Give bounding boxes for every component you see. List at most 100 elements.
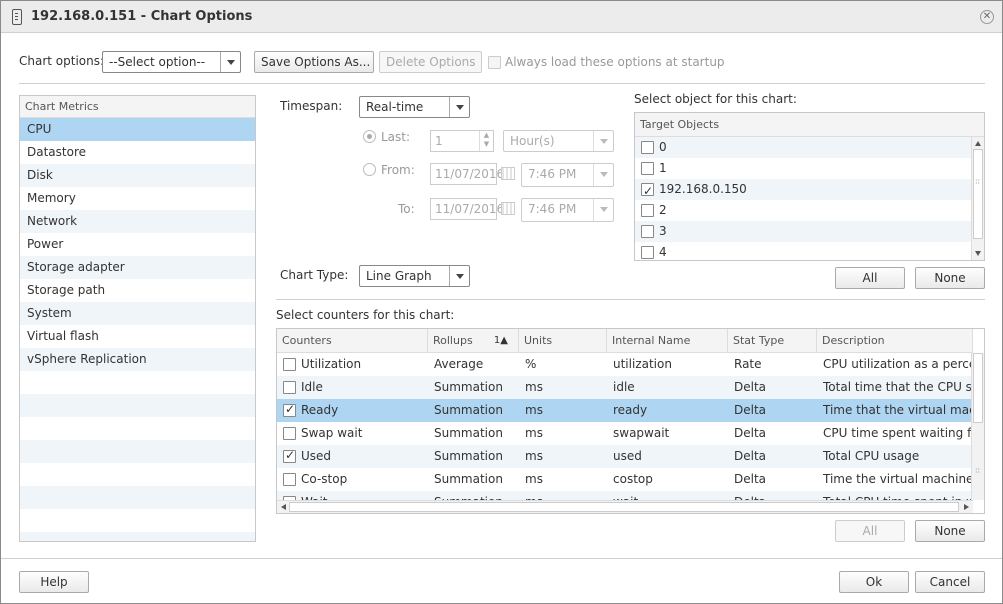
targets-scrollbar[interactable]: ·· ·· — [971, 137, 984, 260]
scroll-up-icon[interactable] — [975, 141, 981, 146]
counter-row[interactable]: Ready Summation ms ready Delta Time that… — [277, 399, 973, 422]
target-checkbox[interactable] — [641, 181, 654, 202]
target-row[interactable]: 0 — [635, 137, 984, 158]
counter-stat-type: Delta — [734, 426, 767, 440]
target-checkbox[interactable] — [641, 141, 654, 154]
help-button[interactable]: Help — [19, 571, 89, 593]
close-icon[interactable]: ✕ — [980, 10, 994, 24]
counters-vscrollbar[interactable]: ·· ·· — [971, 353, 984, 500]
chart-options-select[interactable]: --Select option-- — [102, 51, 241, 73]
delete-options-button[interactable]: Delete Options — [379, 51, 482, 73]
target-row[interactable]: 3 — [635, 221, 984, 242]
calendar-icon[interactable] — [501, 167, 515, 180]
save-options-button[interactable]: Save Options As... — [254, 51, 374, 73]
metric-item-disk[interactable]: Disk — [20, 164, 255, 187]
metric-empty-row — [20, 417, 255, 440]
last-unit-select[interactable]: Hour(s) — [503, 130, 614, 152]
target-checkbox[interactable] — [641, 246, 654, 259]
metric-empty-row — [20, 532, 255, 541]
counter-units: ms — [525, 380, 543, 394]
metric-item-network[interactable]: Network — [20, 210, 255, 233]
metric-item-datastore[interactable]: Datastore — [20, 141, 255, 164]
counter-units: ms — [525, 472, 543, 486]
chevron-down-icon — [593, 164, 613, 186]
metric-empty-row — [20, 440, 255, 463]
metric-item-storage-path[interactable]: Storage path — [20, 279, 255, 302]
column-header-rollups[interactable]: Rollups 1▲ — [428, 329, 519, 353]
scroll-right-icon[interactable] — [964, 504, 969, 510]
scroll-down-icon[interactable] — [975, 251, 981, 256]
from-time-select[interactable]: 7:46 PM — [521, 163, 614, 187]
always-load-label: Always load these options at startup — [505, 55, 725, 69]
column-header-counters[interactable]: Counters — [277, 329, 428, 353]
sort-ascending-icon: 1▲ — [493, 335, 508, 346]
counters-none-button[interactable]: None — [915, 520, 985, 542]
timespan-select-value: Real-time — [366, 100, 424, 114]
chart-type-select[interactable]: Line Graph — [359, 265, 470, 287]
select-counters-label: Select counters for this chart: — [276, 308, 455, 322]
from-date-input[interactable]: 11/07/2016 — [430, 163, 504, 185]
metric-item-vsphere-replication[interactable]: vSphere Replication — [20, 348, 255, 371]
metric-item-cpu[interactable]: CPU — [20, 118, 255, 141]
scroll-thumb[interactable] — [973, 149, 983, 239]
column-header-stat-type[interactable]: Stat Type — [728, 329, 817, 353]
metric-item-virtual-flash[interactable]: Virtual flash — [20, 325, 255, 348]
timespan-select[interactable]: Real-time — [359, 96, 470, 118]
counters-grid: Counters Rollups 1▲ Units Internal Name … — [276, 328, 985, 514]
metric-item-system[interactable]: System — [20, 302, 255, 325]
counter-units: ms — [525, 403, 543, 417]
scroll-thumb[interactable] — [973, 353, 983, 423]
metric-item-storage-adapter[interactable]: Storage adapter — [20, 256, 255, 279]
counters-hscrollbar[interactable] — [277, 500, 973, 513]
last-radio[interactable] — [363, 130, 376, 143]
counter-name: Utilization — [301, 357, 362, 371]
timespan-label: Timespan: — [280, 99, 343, 113]
cancel-button[interactable]: Cancel — [915, 571, 985, 593]
from-time-value: 7:46 PM — [528, 167, 577, 181]
target-row[interactable]: 1 — [635, 158, 984, 179]
counter-stat-type: Rate — [734, 357, 762, 371]
chart-metrics-list: Chart Metrics CPU Datastore Disk Memory … — [19, 95, 256, 542]
counter-row[interactable]: Swap wait Summation ms swapwait Delta CP… — [277, 422, 973, 445]
scroll-left-icon[interactable] — [281, 504, 286, 510]
counter-row[interactable]: Co-stop Summation ms costop Delta Time t… — [277, 468, 973, 491]
divider — [19, 83, 985, 84]
window-title: 192.168.0.151 - Chart Options — [31, 9, 253, 24]
objects-none-button[interactable]: None — [915, 267, 985, 289]
ok-button[interactable]: Ok — [839, 571, 909, 593]
spinner-arrows-icon[interactable]: ▲ ▼ — [479, 131, 493, 151]
always-load-checkbox[interactable] — [488, 56, 501, 69]
metric-item-memory[interactable]: Memory — [20, 187, 255, 210]
objects-all-button[interactable]: All — [835, 267, 905, 289]
column-header-internal-name[interactable]: Internal Name — [607, 329, 728, 353]
counter-description: Time that the virtual machin — [823, 403, 973, 417]
chevron-down-icon — [593, 199, 613, 221]
scroll-thumb[interactable] — [289, 502, 959, 512]
calendar-icon[interactable] — [501, 202, 515, 215]
target-checkbox[interactable] — [641, 225, 654, 238]
target-row[interactable]: 192.168.0.150 — [635, 179, 984, 202]
target-row[interactable]: 4 — [635, 242, 984, 260]
chevron-down-icon — [593, 131, 613, 151]
to-date-input[interactable]: 11/07/2016 — [430, 198, 504, 220]
to-label: To: — [398, 202, 415, 216]
counter-units: ms — [525, 426, 543, 440]
to-time-select[interactable]: 7:46 PM — [521, 198, 614, 222]
target-row[interactable]: 2 — [635, 200, 984, 221]
from-date-value: 11/07/2016 — [435, 167, 505, 181]
column-header-description[interactable]: Description — [817, 329, 973, 353]
counter-row[interactable]: Idle Summation ms idle Delta Total time … — [277, 376, 973, 399]
target-name: 1 — [659, 161, 667, 175]
target-checkbox[interactable] — [641, 162, 654, 175]
counter-name: Ready — [301, 403, 339, 417]
counter-row[interactable]: Utilization Average % utilization Rate C… — [277, 353, 973, 376]
counter-row[interactable]: Used Summation ms used Delta Total CPU u… — [277, 445, 973, 468]
column-header-units[interactable]: Units — [519, 329, 607, 353]
counters-all-button[interactable]: All — [835, 520, 905, 542]
counter-internal-name: idle — [613, 380, 635, 394]
counters-grid-header: Counters Rollups 1▲ Units Internal Name … — [277, 329, 973, 353]
from-radio[interactable] — [363, 163, 376, 176]
target-checkbox[interactable] — [641, 204, 654, 217]
divider — [276, 299, 985, 300]
metric-item-power[interactable]: Power — [20, 233, 255, 256]
